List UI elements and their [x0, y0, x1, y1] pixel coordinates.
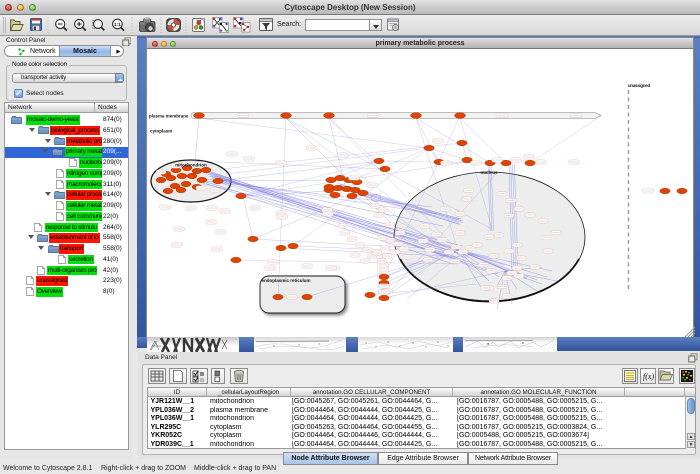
svg-text:mitochondrion: mitochondrion: [175, 163, 207, 168]
svg-text:endoplasmic reticulum: endoplasmic reticulum: [262, 278, 311, 283]
svg-text:unassigned: unassigned: [628, 83, 650, 88]
svg-text:plasma membrane: plasma membrane: [149, 114, 189, 119]
svg-text:nucleus: nucleus: [480, 170, 498, 175]
svg-text:cytoplasm: cytoplasm: [150, 129, 172, 134]
svg-text:f(x): f(x): [643, 372, 654, 381]
svg-text:1:1: 1:1: [114, 22, 121, 27]
